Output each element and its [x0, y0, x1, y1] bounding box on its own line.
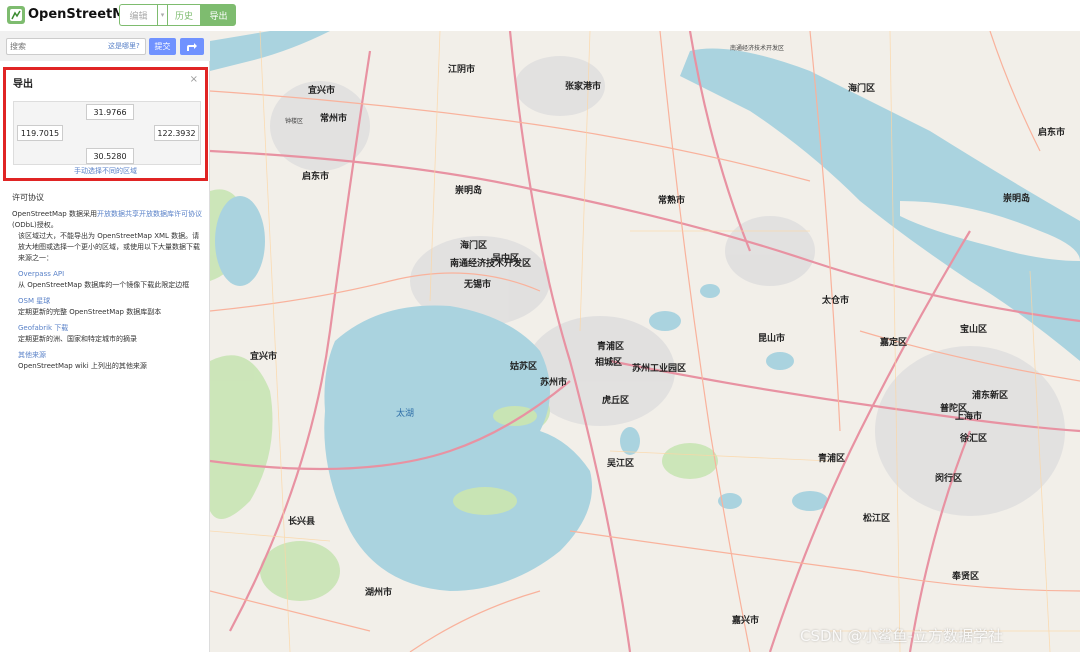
- map-label: 昆山市: [758, 334, 786, 344]
- map-label: 无锡市: [464, 280, 492, 290]
- map-label: 奉贤区: [952, 572, 980, 582]
- search-bar: 这是哪里? 提交: [0, 31, 210, 61]
- map-label: 崇明岛: [455, 186, 483, 196]
- map-canvas[interactable]: [210, 31, 1080, 652]
- map-label: 上海市: [955, 412, 983, 422]
- map-view[interactable]: 宜兴市 常州市 钟楼区 启东市 江阴市 张家港市 常熟市 崇明岛 海门区 南通经…: [210, 31, 1080, 652]
- map-label: 常熟市: [658, 196, 686, 206]
- map-label: 闵行区: [935, 474, 963, 484]
- where-is-this-link[interactable]: 这是哪里?: [108, 41, 140, 51]
- map-label: 苏州工业园区: [632, 364, 687, 374]
- export-button[interactable]: 导出: [201, 4, 236, 26]
- source-other: 其他来源 OpenStreetMap wiki 上列出的其他来源: [12, 349, 202, 372]
- map-label: 启东市: [302, 172, 330, 182]
- watermark: CSDN @小鲨鱼-立方数据学社: [800, 627, 1003, 645]
- map-label: 常州市: [320, 114, 348, 124]
- east-longitude-field[interactable]: 122.3932: [154, 125, 199, 141]
- north-latitude-field[interactable]: 31.9766: [86, 104, 134, 120]
- geofabrik-link[interactable]: Geofabrik 下载: [18, 322, 202, 334]
- lake-label: 太湖: [396, 409, 415, 419]
- source-planet: OSM 星球 定期更新的完整 OpenStreetMap 数据库副本: [12, 295, 202, 318]
- bounding-box-form: 31.9766 119.7015 122.3932 30.5280: [13, 101, 201, 165]
- licence-heading: 许可协议: [12, 193, 44, 202]
- map-label: 海门区: [848, 84, 876, 94]
- map-label: 吴江区: [607, 459, 635, 469]
- map-label: 湖州市: [365, 588, 393, 598]
- source-geofabrik: Geofabrik 下载 定期更新的洲、国家和特定城市的摘录: [12, 322, 202, 345]
- too-large-warning: 该区域过大，不能导出为 OpenStreetMap XML 数据。请放大地图或选…: [18, 232, 200, 262]
- map-label: 相城区: [595, 358, 623, 368]
- osm-logo-icon[interactable]: [6, 5, 26, 25]
- map-label: 徐汇区: [960, 434, 988, 444]
- export-panel: 导出 × 31.9766 119.7015 122.3932 30.5280 手…: [3, 67, 208, 181]
- map-label: 松江区: [863, 514, 891, 524]
- top-header: OpenStreetMap 编辑 ▾ 历史 导出: [0, 0, 1080, 31]
- map-label: 南通经济技术开发区: [730, 45, 785, 52]
- history-button[interactable]: 历史: [167, 4, 201, 26]
- map-label: 宜兴市: [308, 86, 336, 96]
- map-label: 姑苏区: [510, 362, 538, 372]
- west-longitude-field[interactable]: 119.7015: [17, 125, 63, 141]
- map-label: 浦东新区: [972, 391, 1009, 401]
- overpass-link[interactable]: Overpass API: [18, 268, 202, 280]
- planet-link[interactable]: OSM 星球: [18, 295, 202, 307]
- map-label: 太仓市: [822, 296, 850, 306]
- map-label: 虎丘区: [602, 396, 630, 406]
- licence-section: 许可协议 OpenStreetMap 数据采用开放数据共享开放数据库许可协议 (…: [12, 192, 202, 372]
- map-label: 江阴市: [448, 65, 476, 75]
- map-label: 宜兴市: [250, 352, 278, 362]
- export-panel-title: 导出: [13, 79, 33, 90]
- map-label: 宝山区: [960, 325, 988, 335]
- directions-arrow-icon: [187, 42, 197, 51]
- manual-select-area-link[interactable]: 手动选择不同的区域: [6, 166, 205, 176]
- map-label: 苏州市: [540, 378, 568, 388]
- other-sources-link[interactable]: 其他来源: [18, 349, 202, 361]
- map-label: 嘉定区: [880, 338, 908, 348]
- map-label: 钟楼区: [285, 118, 304, 125]
- map-label: 青浦区: [818, 454, 846, 464]
- licence-text: OpenStreetMap 数据采用开放数据共享开放数据库许可协议 (ODbL)…: [12, 210, 202, 229]
- edit-button[interactable]: 编辑: [119, 4, 157, 26]
- sidebar: 这是哪里? 提交 导出 × 31.9766 119.7015 122.3932 …: [0, 31, 210, 652]
- map-label: 张家港市: [565, 82, 602, 92]
- close-icon[interactable]: ×: [190, 74, 198, 85]
- edit-dropdown-chevron-icon[interactable]: ▾: [157, 4, 167, 26]
- map-label: 海门区: [460, 241, 488, 251]
- map-label: 吴中区: [492, 254, 520, 264]
- map-label: 崇明岛: [1003, 194, 1031, 204]
- map-label: 启东市: [1038, 128, 1066, 138]
- map-label: 长兴县: [288, 517, 316, 527]
- map-label: 青浦区: [597, 342, 625, 352]
- south-latitude-field[interactable]: 30.5280: [86, 148, 134, 164]
- search-submit-button[interactable]: 提交: [149, 38, 176, 55]
- header-button-group: 编辑 ▾ 历史 导出: [119, 4, 236, 26]
- directions-button[interactable]: [180, 38, 204, 55]
- odbl-link[interactable]: 开放数据共享开放数据库许可协议: [97, 210, 202, 218]
- map-label: 嘉兴市: [732, 616, 760, 626]
- source-overpass: Overpass API 从 OpenStreetMap 数据库的一个镜像下载此…: [12, 268, 202, 291]
